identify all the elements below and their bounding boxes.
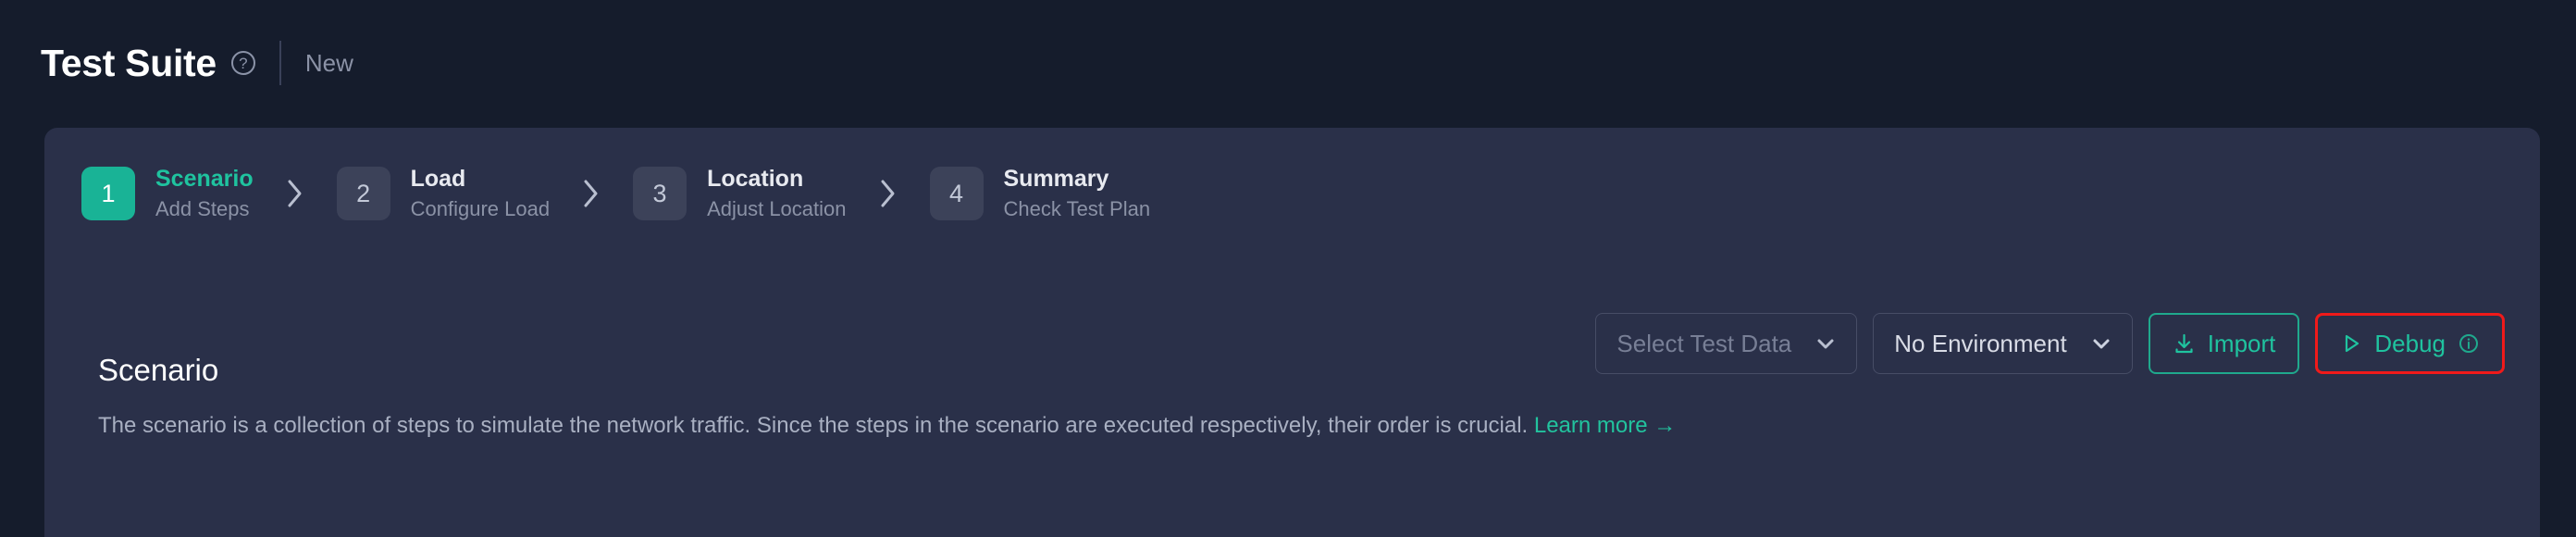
- step-text: Scenario Add Steps: [155, 165, 254, 223]
- step-title: Load: [410, 166, 466, 192]
- environment-select[interactable]: No Environment: [1873, 313, 2133, 374]
- chevron-right-icon: [581, 178, 601, 209]
- section-title: Scenario: [98, 353, 219, 387]
- step-subtitle: Check Test Plan: [1003, 197, 1151, 221]
- play-triangle-icon: [2340, 332, 2362, 355]
- step-number-badge: 1: [81, 167, 135, 221]
- chevron-right-icon: [285, 178, 305, 209]
- app-root: Test Suite ? New 1 Scenario Add Steps 2 …: [0, 0, 2576, 537]
- step-summary[interactable]: 4 Summary Check Test Plan: [929, 165, 1151, 223]
- wizard-stepper: 1 Scenario Add Steps 2 Load Configure Lo…: [81, 165, 1150, 223]
- section-description-text: The scenario is a collection of steps to…: [98, 412, 1529, 438]
- info-circle-icon[interactable]: [2458, 332, 2480, 355]
- section-description: The scenario is a collection of steps to…: [98, 411, 1676, 441]
- step-text: Location Adjust Location: [707, 165, 846, 223]
- download-icon: [2173, 332, 2196, 356]
- environment-select-label: No Environment: [1894, 330, 2067, 357]
- import-button[interactable]: Import: [2148, 313, 2300, 374]
- header-divider: [279, 41, 281, 85]
- import-button-label: Import: [2207, 330, 2276, 357]
- question-circle-icon[interactable]: ?: [230, 51, 255, 75]
- scenario-section: Scenario The scenario is a collection of…: [98, 352, 1676, 441]
- scenario-toolbar: Select Test Data No Environment Import D…: [1595, 313, 2505, 374]
- step-load[interactable]: 2 Load Configure Load: [336, 165, 550, 223]
- step-subtitle: Configure Load: [410, 197, 551, 221]
- debug-button-label: Debug: [2374, 330, 2446, 357]
- debug-button[interactable]: Debug: [2315, 313, 2505, 374]
- step-title: Location: [707, 166, 804, 192]
- step-title: Scenario: [155, 166, 254, 192]
- wizard-card: 1 Scenario Add Steps 2 Load Configure Lo…: [44, 128, 2540, 537]
- step-number-badge: 3: [633, 167, 687, 221]
- step-scenario[interactable]: 1 Scenario Add Steps: [81, 165, 254, 223]
- step-number-badge: 2: [336, 167, 390, 221]
- page-header: Test Suite ? New: [41, 37, 353, 89]
- learn-more-link[interactable]: Learn more →: [1534, 413, 1676, 438]
- step-title: Summary: [1003, 166, 1109, 192]
- chevron-right-icon: [878, 178, 898, 209]
- step-number-badge: 4: [929, 167, 984, 221]
- breadcrumb-new: New: [304, 49, 353, 77]
- step-subtitle: Adjust Location: [707, 197, 847, 221]
- step-text: Load Configure Load: [411, 165, 550, 223]
- step-text: Summary Check Test Plan: [1004, 165, 1151, 223]
- chevron-down-icon: [2091, 333, 2112, 354]
- step-location[interactable]: 3 Location Adjust Location: [633, 165, 847, 223]
- page-title: Test Suite: [41, 41, 217, 84]
- step-subtitle: Add Steps: [155, 197, 250, 221]
- chevron-down-icon: [1815, 333, 1836, 354]
